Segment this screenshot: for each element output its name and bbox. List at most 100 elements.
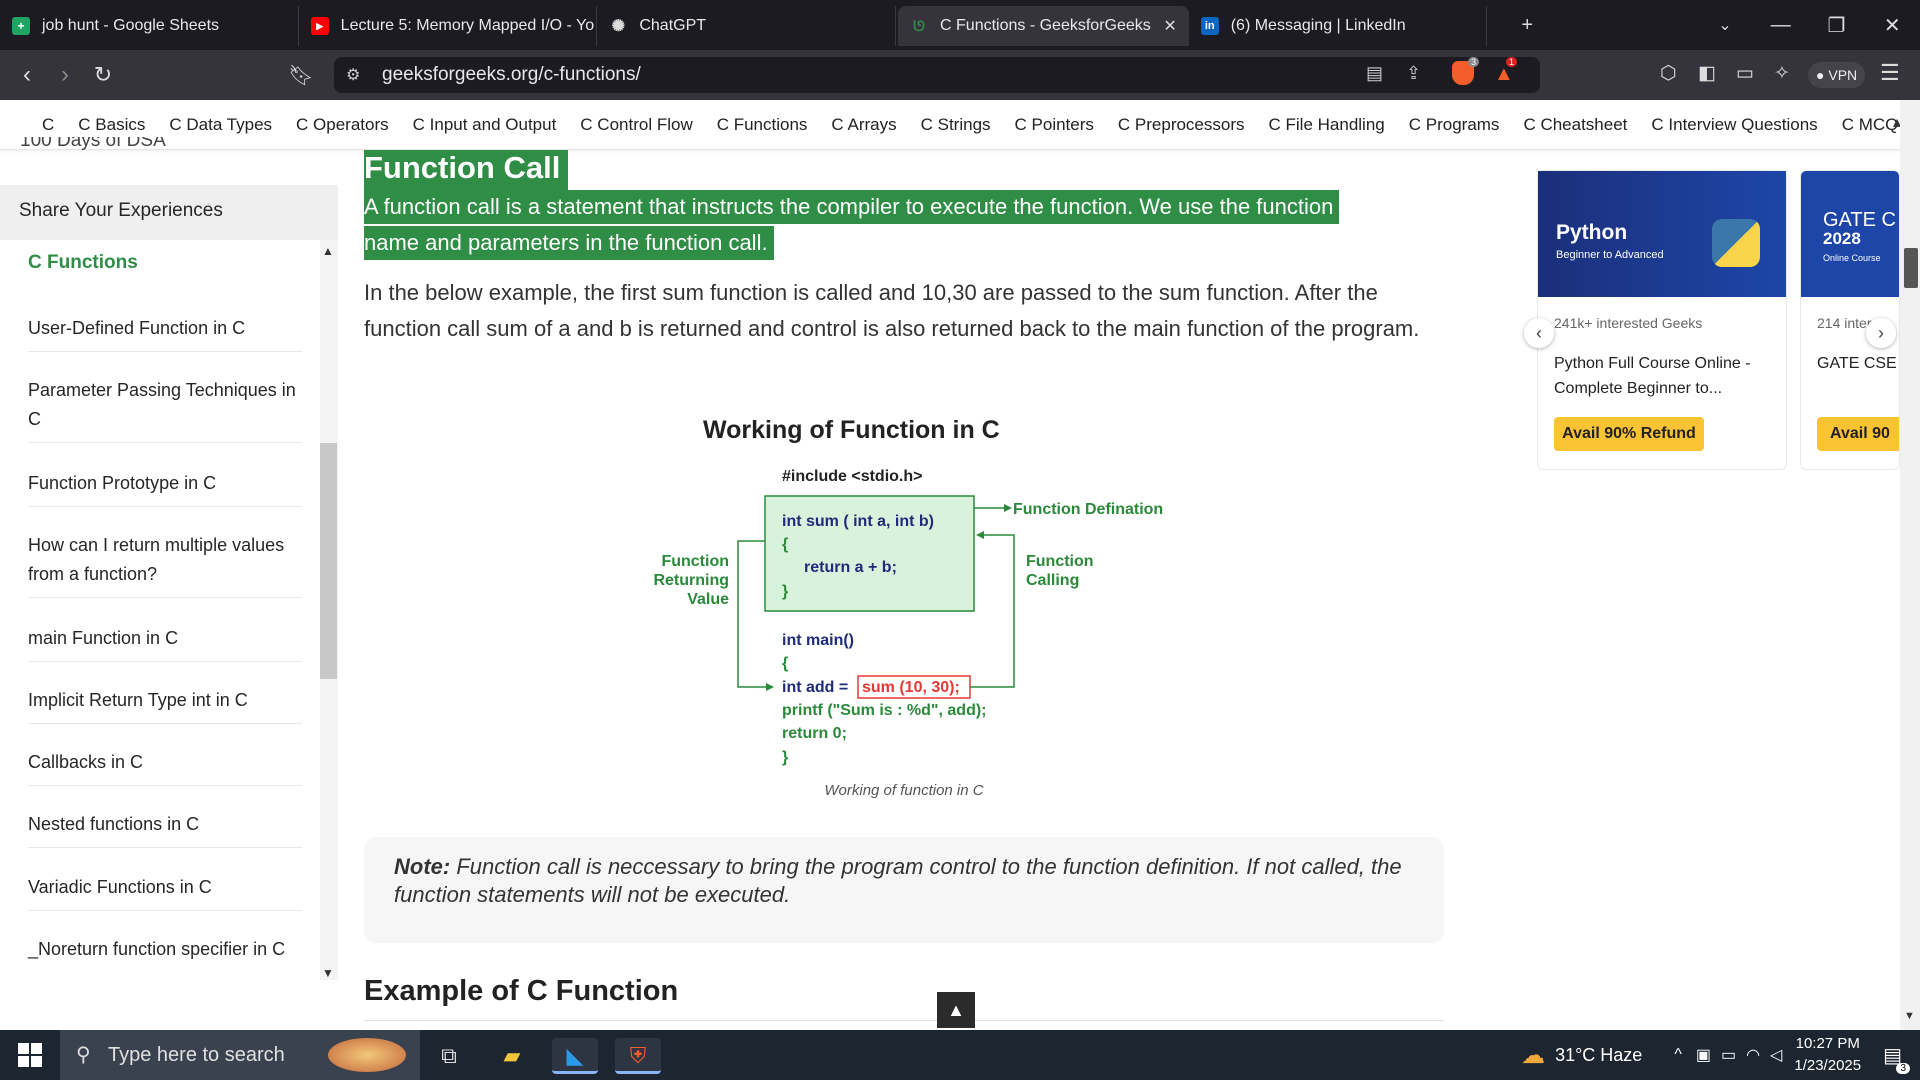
nav-item[interactable]: C Control Flow [580, 115, 692, 135]
nav-item[interactable]: C Preprocessors [1118, 115, 1245, 135]
label-returning-1: Function [661, 553, 729, 570]
sidebar-item[interactable]: Callbacks in C [28, 748, 302, 786]
carousel-next-icon[interactable]: › [1866, 318, 1896, 348]
nav-item[interactable]: C Programs [1409, 115, 1500, 135]
bookmark-icon[interactable]: 🔖︎ [282, 63, 320, 88]
nav-item[interactable]: C Input and Output [413, 115, 557, 135]
sidebar-scroll-down-icon[interactable]: ▼ [322, 966, 334, 980]
nav-item[interactable]: C Functions [717, 115, 808, 135]
nav-item[interactable]: C Data Types [169, 115, 272, 135]
wallet-icon[interactable]: ▭ [1736, 62, 1754, 85]
code-main-open: { [782, 655, 788, 672]
clock[interactable]: 10:27 PM 1/23/2025 [1794, 1033, 1861, 1077]
meet-now-icon[interactable]: ▣ [1696, 1045, 1711, 1065]
maximize-button[interactable]: ❐ [1809, 13, 1865, 38]
note-box: Note: Function call is neccessary to bri… [364, 837, 1444, 943]
carousel-prev-icon[interactable]: ‹ [1524, 318, 1554, 348]
share-icon[interactable]: ⇪ [1406, 63, 1421, 84]
sidebar-item[interactable]: Variadic Functions in C [28, 873, 302, 911]
tab-list-chevron-icon[interactable]: ⌄ [1697, 15, 1753, 35]
tab-linkedin[interactable]: in (6) Messaging | LinkedIn [1189, 6, 1488, 46]
volume-icon[interactable]: ◁ [1770, 1045, 1782, 1065]
nav-item[interactable]: C File Handling [1269, 115, 1385, 135]
extensions-icon[interactable]: ⬡ [1660, 62, 1677, 85]
article-content: Function Call A function call is a state… [364, 150, 1444, 1030]
tab-chatgpt[interactable]: ✺ ChatGPT [597, 6, 897, 46]
notification-count: 3 [1896, 1062, 1910, 1074]
sidebar-item[interactable]: Function Prototype in C [28, 469, 302, 507]
minimize-button[interactable]: — [1753, 14, 1809, 37]
weather-text[interactable]: 31°C Haze [1555, 1045, 1642, 1066]
vpn-button[interactable]: ● VPN [1808, 62, 1866, 88]
wifi-icon[interactable]: ◠ [1746, 1045, 1760, 1065]
ad-banner: Python Beginner to Advanced [1538, 171, 1786, 297]
sidebar-item[interactable]: How can I return multiple values from a … [28, 531, 302, 598]
label-calling-2: Calling [1026, 572, 1079, 589]
ad-refund-button[interactable]: Avail 90% Refund [1554, 417, 1704, 451]
page-scrollbar[interactable] [1900, 100, 1920, 1030]
code-return-zero: return 0; [782, 725, 847, 742]
battery-icon[interactable]: ▭ [1721, 1045, 1736, 1065]
brave-browser-icon[interactable]: ⛨ [615, 1038, 661, 1074]
forward-icon[interactable]: › [46, 61, 84, 89]
task-view-icon[interactable]: ⧉ [426, 1038, 472, 1074]
new-tab-button[interactable]: + [1499, 14, 1555, 37]
nav-item[interactable]: C Strings [921, 115, 991, 135]
note-label: Note: [394, 854, 451, 879]
url-text[interactable]: geeksforgeeks.org/c-functions/ [382, 64, 641, 86]
nav-item[interactable]: C [42, 115, 54, 135]
notification-center-icon[interactable]: ▤ 3 [1883, 1043, 1910, 1074]
linkedin-icon: in [1200, 17, 1219, 35]
tab-label: ChatGPT [639, 17, 707, 34]
code-add-declaration: int add = [782, 679, 848, 696]
sidebar-item[interactable]: Nested functions in C [28, 810, 302, 848]
url-bar[interactable]: ⚙ geeksforgeeks.org/c-functions/ ▤ ⇪ 3 ▲… [334, 57, 1540, 93]
page-scroll-down-icon[interactable]: ▼ [1904, 1010, 1915, 1022]
label-returning-2: Returning [653, 572, 729, 589]
nav-item[interactable]: C Pointers [1015, 115, 1094, 135]
nav-item[interactable]: C Interview Questions [1651, 115, 1817, 135]
returning-path [737, 540, 766, 688]
nav-item[interactable]: C Arrays [831, 115, 896, 135]
code-printf: printf ("Sum is : %d", add); [782, 702, 987, 719]
ad-refund-button[interactable]: Avail 90 [1817, 417, 1899, 451]
reload-icon[interactable]: ↻ [84, 62, 122, 88]
vscode-icon[interactable]: ◣ [552, 1038, 598, 1074]
nav-item[interactable]: C MCQ [1842, 115, 1899, 135]
leo-ai-icon[interactable]: ✧ [1774, 62, 1790, 85]
sidebar-item-active[interactable]: C Functions [28, 252, 138, 274]
tab-youtube-lecture[interactable]: ▶ Lecture 5: Memory Mapped I/O - Yo [299, 6, 598, 46]
sidebar-item[interactable]: Implicit Return Type int in C [28, 686, 302, 724]
tab-geeksforgeeks[interactable]: ᘎ C Functions - GeeksforGeeks ✕ [898, 6, 1189, 46]
tab-google-sheets[interactable]: + job hunt - Google Sheets [0, 6, 299, 46]
taskbar-search-box[interactable]: ⚲ Type here to search [60, 1030, 420, 1080]
nav-item[interactable]: C Cheatsheet [1523, 115, 1627, 135]
section-heading: Function Call [364, 150, 569, 192]
sidebar-section-share[interactable]: Share Your Experiences [0, 185, 338, 240]
site-settings-icon[interactable]: ⚙ [346, 65, 360, 85]
close-window-button[interactable]: ✕ [1864, 13, 1920, 38]
nav-item[interactable]: C Basics [78, 115, 145, 135]
menu-icon[interactable]: ☰ [1880, 60, 1900, 86]
close-tab-icon[interactable]: ✕ [1153, 16, 1176, 36]
returning-arrowhead [766, 683, 774, 691]
sidebar-item[interactable]: _Noreturn function specifier in C [28, 935, 302, 972]
sidebar-item[interactable]: main Function in C [28, 624, 302, 662]
clock-time: 10:27 PM [1795, 1035, 1860, 1052]
sidebar-toggle-icon[interactable]: ◧ [1698, 62, 1716, 85]
course-ad-card[interactable]: Python Beginner to Advanced 241k+ intere… [1537, 170, 1787, 470]
scroll-to-top-button[interactable]: ▲ [937, 992, 975, 1028]
sidebar-scroll-thumb[interactable] [320, 443, 337, 679]
file-explorer-icon[interactable]: ▰ [489, 1038, 535, 1074]
calling-arrowhead [976, 531, 984, 539]
windows-start-icon[interactable] [18, 1043, 42, 1067]
page-scroll-thumb[interactable] [1904, 248, 1918, 288]
show-hidden-icons-icon[interactable]: ^ [1674, 1046, 1682, 1064]
back-icon[interactable]: ‹ [8, 61, 46, 89]
nav-item[interactable]: C Operators [296, 115, 389, 135]
sidebar-scroll-up-icon[interactable]: ▲ [322, 244, 334, 258]
sidebar-item[interactable]: User-Defined Function in C [28, 314, 302, 352]
sidebar-item-partial[interactable]: 100 Days of DSA [20, 137, 166, 150]
reader-mode-icon[interactable]: ▤ [1366, 63, 1383, 84]
sidebar-item[interactable]: Parameter Passing Techniques in C [28, 376, 302, 443]
